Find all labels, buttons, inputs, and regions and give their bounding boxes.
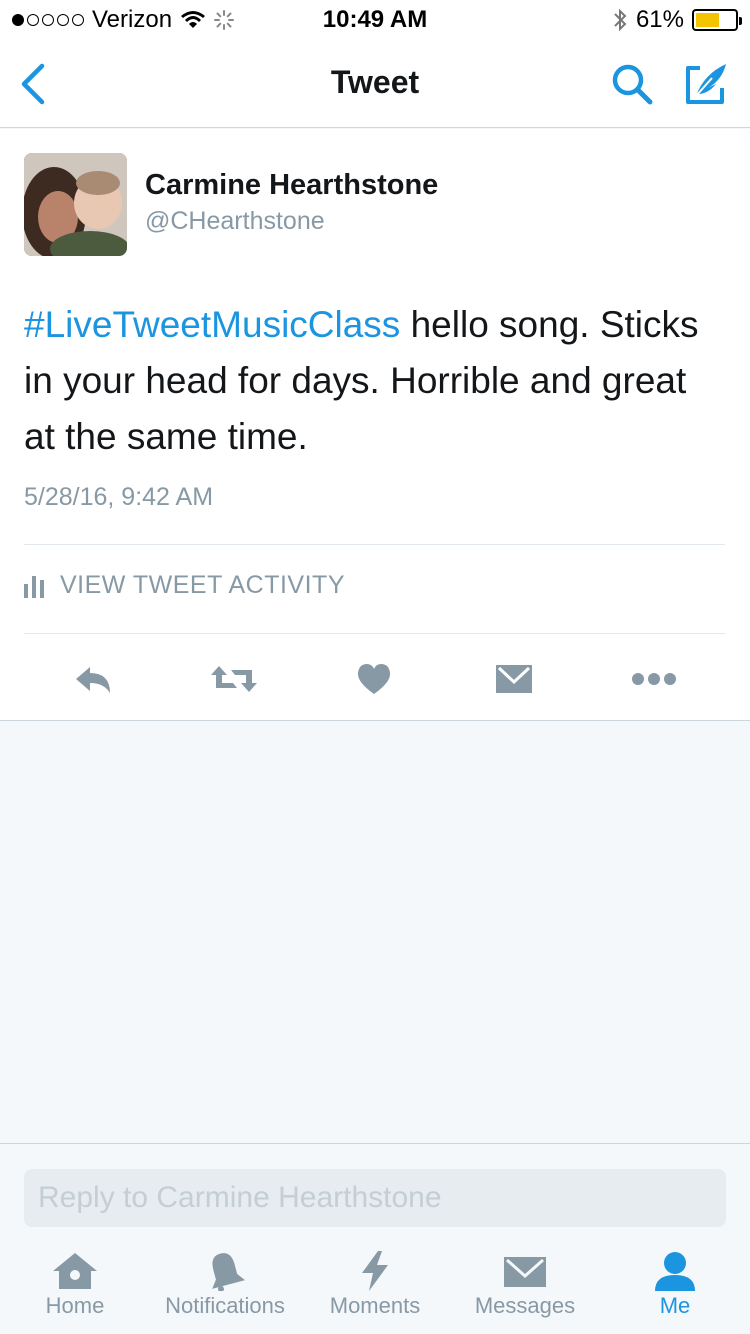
tweet-text: #LiveTweetMusicClass hello song. Sticks … <box>24 297 724 465</box>
tweet-actions <box>0 655 750 703</box>
status-bar: Verizon 10:49 AM 61% <box>0 0 750 40</box>
tab-label-messages: Messages <box>474 1293 576 1318</box>
retweet-button[interactable] <box>210 655 258 703</box>
bluetooth-icon <box>614 8 627 32</box>
tweet-detail: Carmine Hearthstone @CHearthstone #LiveT… <box>0 129 750 721</box>
tab-me[interactable]: Me <box>600 1251 750 1319</box>
direct-message-button[interactable] <box>490 655 538 703</box>
battery-info: 61% <box>612 6 742 34</box>
search-icon[interactable] <box>608 60 656 108</box>
tab-messages[interactable]: Messages <box>450 1251 600 1319</box>
avatar[interactable] <box>24 153 127 256</box>
heart-icon <box>357 664 391 694</box>
divider <box>24 633 725 634</box>
retweet-icon <box>211 666 257 692</box>
bell-icon <box>212 1253 245 1291</box>
reply-button[interactable] <box>70 655 118 703</box>
tab-home[interactable]: Home <box>0 1251 150 1319</box>
envelope-icon <box>496 665 532 693</box>
view-tweet-activity-button[interactable]: VIEW TWEET ACTIVITY <box>24 571 345 600</box>
tab-notifications[interactable]: Notifications <box>150 1251 300 1319</box>
more-options-button[interactable] <box>630 655 678 703</box>
tab-label-moments: Moments <box>329 1293 421 1318</box>
tab-label-home: Home <box>45 1293 105 1318</box>
author-name[interactable]: Carmine Hearthstone <box>145 169 438 202</box>
person-icon <box>655 1252 695 1291</box>
tab-moments[interactable]: Moments <box>300 1251 450 1319</box>
reply-input[interactable] <box>24 1169 726 1227</box>
more-icon <box>632 673 676 685</box>
activity-label: VIEW TWEET ACTIVITY <box>60 571 346 599</box>
bar-chart-icon <box>24 575 44 598</box>
divider <box>24 544 725 545</box>
tweet-timestamp: 5/28/16, 9:42 AM <box>24 483 214 511</box>
tab-label-me: Me <box>659 1293 691 1318</box>
tab-bar: Home Notifications Moments Messages Me <box>0 1243 750 1334</box>
battery-icon <box>692 9 742 31</box>
tab-label-notifications: Notifications <box>165 1293 285 1318</box>
compose-icon[interactable] <box>682 58 732 108</box>
home-icon <box>53 1253 97 1289</box>
reply-icon <box>76 667 110 693</box>
avatar-photo <box>24 153 127 256</box>
lightning-icon <box>362 1251 388 1291</box>
like-button[interactable] <box>350 655 398 703</box>
navigation-bar: Tweet <box>0 40 750 128</box>
author-handle[interactable]: @CHearthstone <box>145 207 325 236</box>
reply-bar <box>0 1143 750 1243</box>
hashtag-link[interactable]: #LiveTweetMusicClass <box>24 304 400 345</box>
envelope-icon <box>504 1257 546 1287</box>
battery-percent: 61% <box>635 6 684 33</box>
